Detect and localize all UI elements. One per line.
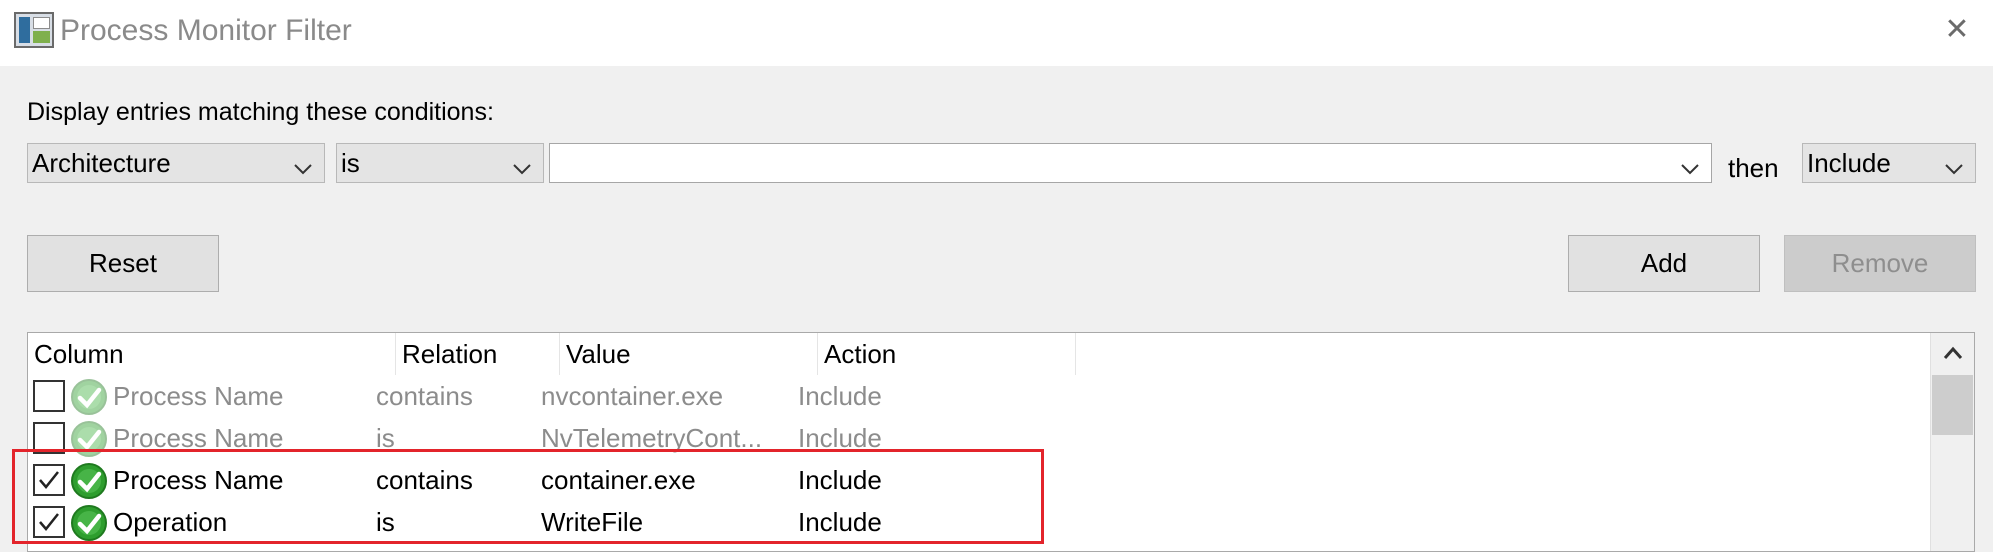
column-header-value[interactable]: Value (560, 333, 818, 375)
vertical-scrollbar[interactable] (1930, 333, 1974, 551)
action-dropdown[interactable]: Include (1802, 143, 1976, 183)
row-column: Process Name (113, 423, 284, 453)
row-column: Process Name (113, 465, 284, 495)
row-column: Process Name (113, 381, 284, 411)
row-action: Include (798, 507, 882, 537)
relation-dropdown-value: is (341, 148, 360, 178)
add-button[interactable]: Add (1568, 235, 1760, 292)
row-value: NvTelemetryCont... (541, 423, 763, 453)
enable-checkbox[interactable] (33, 464, 65, 496)
then-label: then (1728, 153, 1779, 183)
reset-button[interactable]: Reset (27, 235, 219, 292)
row-action: Include (798, 381, 882, 411)
process-monitor-app-icon (14, 12, 54, 48)
row-action: Include (798, 465, 882, 495)
scroll-up-button[interactable] (1931, 333, 1974, 373)
filter-list[interactable]: Column Relation Value Action Process Nam… (27, 332, 1975, 552)
check-circle-icon (69, 503, 109, 543)
row-relation: contains (376, 381, 473, 411)
column-header-column[interactable]: Column (28, 333, 396, 375)
conditions-prompt: Display entries matching these condition… (27, 98, 494, 126)
row-value: nvcontainer.exe (541, 381, 724, 411)
column-dropdown[interactable]: Architecture (27, 143, 325, 183)
check-circle-icon (69, 461, 109, 501)
remove-button[interactable]: Remove (1784, 235, 1976, 292)
close-icon: ✕ (1944, 13, 1970, 46)
row-value: container.exe (541, 465, 696, 495)
chevron-up-icon (1943, 346, 1963, 359)
close-button[interactable]: ✕ (1941, 14, 1973, 46)
chevron-down-icon (1679, 152, 1701, 175)
row-value: WriteFile (541, 507, 644, 537)
row-column: Operation (113, 507, 228, 537)
action-dropdown-value: Include (1807, 148, 1891, 178)
enable-checkbox[interactable] (33, 422, 65, 454)
window-title: Process Monitor Filter (60, 14, 352, 47)
row-relation: is (376, 507, 395, 537)
relation-dropdown[interactable]: is (336, 143, 544, 183)
scroll-thumb[interactable] (1932, 375, 1973, 435)
row-relation: is (376, 423, 395, 453)
chevron-down-icon (292, 152, 314, 175)
row-action: Include (798, 423, 882, 453)
filter-row[interactable]: Process Name contains container.exe Include (28, 459, 1928, 501)
filter-row[interactable]: Process Name contains nvcontainer.exe Inclu… (28, 375, 1928, 417)
enable-checkbox[interactable] (33, 506, 65, 538)
value-combobox[interactable] (549, 143, 1712, 183)
chevron-down-icon (511, 152, 533, 175)
filter-row[interactable]: Process Name is NvTelemetryCont... Include (28, 417, 1928, 459)
title-bar: Process Monitor Filter ✕ (0, 0, 1993, 66)
column-dropdown-value: Architecture (32, 148, 171, 178)
enable-checkbox[interactable] (33, 380, 65, 412)
filter-row[interactable]: Operation is WriteFile Include (28, 501, 1928, 543)
column-header-relation[interactable]: Relation (396, 333, 560, 375)
check-circle-icon (69, 377, 109, 417)
check-circle-icon (69, 419, 109, 459)
chevron-down-icon (1943, 152, 1965, 175)
column-header-action[interactable]: Action (818, 333, 1076, 375)
row-relation: contains (376, 465, 473, 495)
